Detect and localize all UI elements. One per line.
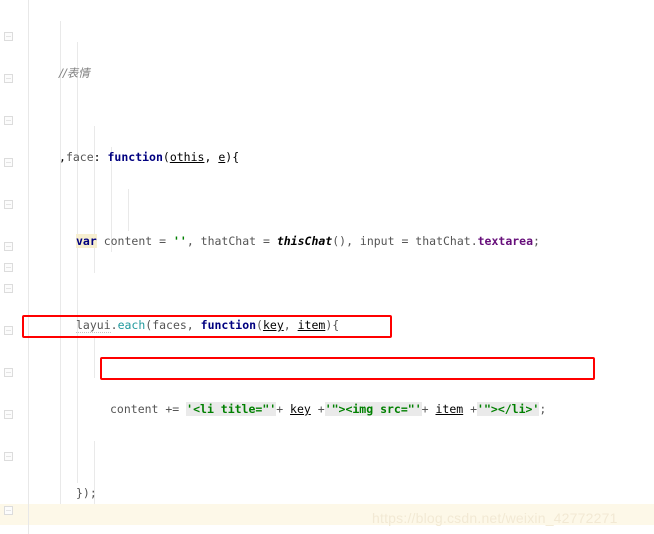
- code-token: {: [232, 150, 240, 164]
- fold-marker-icon[interactable]: [4, 242, 13, 251]
- code-token-string: '"></li>': [477, 402, 540, 416]
- fold-marker-icon[interactable]: [4, 452, 13, 461]
- code-token: layui: [76, 318, 111, 333]
- code-line[interactable]: var content = '', thatChat = thisChat(),…: [29, 231, 654, 252]
- code-token-string: '<li title="': [186, 402, 277, 416]
- code-token: +: [463, 402, 478, 416]
- code-token-param: othis: [169, 150, 205, 164]
- fold-marker-icon[interactable]: [4, 368, 13, 377]
- code-token-keyword: function: [200, 318, 257, 332]
- code-token-string: '"><img src="': [324, 402, 422, 416]
- code-token-method: each: [117, 318, 146, 332]
- fold-marker-icon[interactable]: [4, 32, 13, 41]
- code-token: ;: [533, 234, 540, 248]
- fold-marker-icon[interactable]: [4, 326, 13, 335]
- fold-marker-icon[interactable]: [4, 410, 13, 419]
- code-token: +: [276, 402, 291, 416]
- code-token: content +=: [110, 402, 187, 416]
- code-token-function: thisChat: [276, 234, 333, 248]
- code-token: +: [421, 402, 436, 416]
- code-token: (), input = thatChat.: [332, 234, 478, 248]
- code-token-field: textarea: [477, 234, 534, 248]
- code-line[interactable]: });: [29, 483, 654, 504]
- code-token: (: [256, 318, 263, 332]
- code-token-property: face: [65, 150, 94, 164]
- code-token-keyword: var: [76, 234, 97, 248]
- code-token: ,: [59, 150, 66, 164]
- fold-marker-icon[interactable]: [4, 158, 13, 167]
- code-token: +: [310, 402, 325, 416]
- code-token: (: [162, 150, 170, 164]
- code-token: content =: [96, 234, 173, 248]
- code-token-param: key: [262, 318, 284, 332]
- code-token: .: [110, 318, 118, 332]
- fold-marker-icon[interactable]: [4, 200, 13, 209]
- code-editor[interactable]: //表情 ,face: function(othis, e){ var cont…: [0, 0, 654, 534]
- code-line[interactable]: layui.each(faces, function(key, item){: [29, 315, 654, 336]
- code-token-comment: //表情: [59, 66, 90, 80]
- code-token-keyword: function: [107, 150, 163, 164]
- fold-marker-icon[interactable]: [4, 116, 13, 125]
- fold-marker-icon[interactable]: [4, 506, 13, 515]
- code-token-string: '': [172, 234, 187, 248]
- code-line[interactable]: ,face: function(othis, e){: [29, 147, 654, 168]
- fold-marker-icon[interactable]: [4, 284, 13, 293]
- code-token: (faces,: [145, 318, 201, 332]
- fold-marker-icon[interactable]: [4, 74, 13, 83]
- code-token-param: item: [297, 318, 326, 332]
- code-line[interactable]: //表情: [29, 63, 654, 84]
- code-token-param: key: [290, 402, 311, 416]
- code-token: , thatChat =: [186, 234, 277, 248]
- code-token: :: [93, 150, 108, 164]
- code-token: ){: [325, 318, 340, 332]
- code-content[interactable]: //表情 ,face: function(othis, e){ var cont…: [29, 0, 654, 534]
- fold-marker-icon[interactable]: [4, 263, 13, 272]
- code-line[interactable]: content += '<li title="'+ key +'"><img s…: [29, 399, 654, 420]
- code-token: });: [76, 486, 97, 500]
- code-token: ,: [283, 318, 298, 332]
- code-token-param: item: [435, 402, 464, 416]
- code-token: ;: [539, 402, 547, 416]
- code-token: ,: [204, 150, 219, 164]
